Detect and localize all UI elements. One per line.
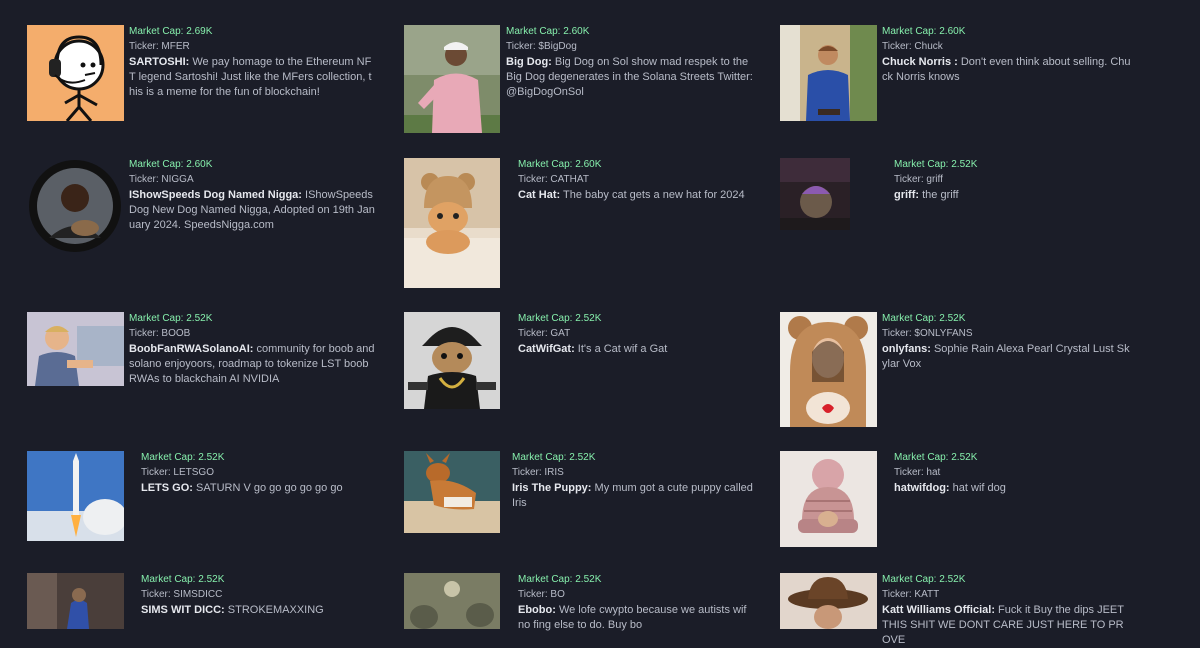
market-cap: Market Cap: 2.52K (882, 313, 966, 324)
market-cap: Market Cap: 2.52K (518, 574, 602, 585)
market-cap: Market Cap: 2.52K (894, 452, 978, 463)
coin-description: SARTOSHI: We pay homage to the Ethereum … (129, 55, 377, 100)
market-cap: Market Cap: 2.52K (141, 452, 225, 463)
market-cap: Market Cap: 2.60K (129, 159, 213, 170)
description-text: SATURN V go go go go go go (196, 482, 343, 494)
coin-description: Chuck Norris : Don't even think about se… (882, 55, 1132, 85)
coin-name: LETS GO: (141, 482, 193, 494)
ticker: Ticker: GAT (518, 328, 571, 339)
coin-name: CatWifGat: (518, 343, 575, 355)
coin-description: SIMS WIT DICC: STROKEMAXXING (141, 603, 377, 618)
coin-image[interactable] (27, 451, 124, 541)
coin-card[interactable]: Market Cap: 2.52K Ticker: BO Ebobo: We l… (404, 573, 757, 631)
ticker: Ticker: NIGGA (129, 174, 194, 185)
ticker: Ticker: IRIS (512, 467, 564, 478)
market-cap: Market Cap: 2.52K (882, 574, 966, 585)
market-cap: Market Cap: 2.52K (518, 313, 602, 324)
market-cap: Market Cap: 2.52K (141, 574, 225, 585)
market-cap: Market Cap: 2.52K (894, 159, 978, 170)
market-cap: Market Cap: 2.60K (882, 26, 966, 37)
coin-card[interactable]: Market Cap: 2.52K Ticker: BOOB BoobFanRW… (27, 312, 380, 427)
coin-image[interactable] (404, 158, 500, 288)
coin-description: hatwifdog: hat wif dog (894, 481, 1130, 496)
description-text: hat wif dog (952, 482, 1006, 494)
coin-image[interactable] (780, 25, 877, 121)
coin-name: Big Dog: (506, 56, 552, 68)
ticker: Ticker: hat (894, 467, 941, 478)
coin-description: Cat Hat: The baby cat gets a new hat for… (518, 188, 754, 203)
coin-image[interactable] (404, 25, 500, 133)
description-text: STROKEMAXXING (227, 604, 324, 616)
coin-card[interactable]: Market Cap: 2.60K Ticker: $BigDog Big Do… (404, 25, 757, 135)
coin-image[interactable] (780, 573, 877, 629)
ticker: Ticker: griff (894, 174, 943, 185)
coin-card[interactable]: Market Cap: 2.69K Ticker: MFER SARTOSHI:… (27, 25, 380, 135)
coin-description: LETS GO: SATURN V go go go go go go (141, 481, 377, 496)
coin-description: Katt Williams Official: Fuck it Buy the … (882, 603, 1132, 648)
coin-card[interactable]: Market Cap: 2.60K Ticker: Chuck Chuck No… (780, 25, 1133, 135)
coin-image[interactable] (780, 158, 850, 230)
ticker: Ticker: Chuck (882, 41, 943, 52)
coin-name: SARTOSHI: (129, 56, 190, 68)
coin-image[interactable] (404, 312, 500, 409)
coin-name: Cat Hat: (518, 189, 561, 201)
coin-description: CatWifGat: It's a Cat wif a Gat (518, 342, 754, 357)
coin-card[interactable]: Market Cap: 2.60K Ticker: CATHAT Cat Hat… (404, 158, 757, 288)
coin-card[interactable]: Market Cap: 2.52K Ticker: KATT Katt Will… (780, 573, 1133, 646)
ticker: Ticker: KATT (882, 589, 940, 600)
coin-card[interactable]: Market Cap: 2.52K Ticker: LETSGO LETS GO… (27, 451, 380, 547)
ticker: Ticker: MFER (129, 41, 190, 52)
market-cap: Market Cap: 2.60K (506, 26, 590, 37)
coin-card[interactable]: Market Cap: 2.52K Ticker: IRIS Iris The … (404, 451, 757, 547)
ticker: Ticker: BO (518, 589, 565, 600)
coin-card[interactable]: Market Cap: 2.52K Ticker: hat hatwifdog:… (780, 451, 1133, 547)
coin-name: hatwifdog: (894, 482, 950, 494)
description-text: It's a Cat wif a Gat (577, 343, 668, 355)
coin-card[interactable]: Market Cap: 2.52K Ticker: GAT CatWifGat:… (404, 312, 757, 427)
coin-image[interactable] (27, 573, 124, 629)
market-cap: Market Cap: 2.69K (129, 26, 213, 37)
ticker: Ticker: BOOB (129, 328, 191, 339)
coin-description: IShowSpeeds Dog Named Nigga: IShowSpeeds… (129, 188, 379, 233)
ticker: Ticker: LETSGO (141, 467, 214, 478)
ticker: Ticker: CATHAT (518, 174, 589, 185)
coin-description: griff: the griff (894, 188, 1130, 203)
ticker: Ticker: SIMSDICC (141, 589, 223, 600)
market-cap: Market Cap: 2.52K (512, 452, 596, 463)
description-text: The baby cat gets a new hat for 2024 (563, 189, 745, 201)
market-cap: Market Cap: 2.52K (129, 313, 213, 324)
description-text: the griff (922, 189, 959, 201)
coin-description: onlyfans: Sophie Rain Alexa Pearl Crysta… (882, 342, 1132, 372)
coin-name: Iris The Puppy: (512, 482, 592, 494)
market-cap: Market Cap: 2.60K (518, 159, 602, 170)
coin-card[interactable]: Market Cap: 2.60K Ticker: NIGGA IShowSpe… (27, 158, 380, 288)
coin-name: onlyfans: (882, 343, 931, 355)
coin-name: Chuck Norris : (882, 56, 958, 68)
coin-image[interactable] (27, 312, 124, 386)
coin-image[interactable] (780, 451, 877, 547)
coin-name: griff: (894, 189, 920, 201)
coin-card[interactable]: Market Cap: 2.52K Ticker: SIMSDICC SIMS … (27, 573, 380, 629)
coin-card[interactable]: Market Cap: 2.52K Ticker: griff griff: t… (780, 158, 1133, 288)
ticker: Ticker: $ONLYFANS (882, 328, 973, 339)
coin-image[interactable] (27, 158, 124, 255)
coin-description: Big Dog: Big Dog on Sol show mad respek … (506, 55, 754, 100)
ticker: Ticker: $BigDog (506, 41, 577, 52)
coin-name: Katt Williams Official: (882, 604, 995, 616)
coin-image[interactable] (404, 451, 500, 533)
coin-name: BoobFanRWASolanoAI: (129, 343, 254, 355)
coin-card[interactable]: Market Cap: 2.52K Ticker: $ONLYFANS only… (780, 312, 1133, 427)
coin-image[interactable] (780, 312, 877, 427)
coin-image[interactable] (27, 25, 124, 121)
coin-image[interactable] (404, 573, 500, 629)
coin-name: SIMS WIT DICC: (141, 604, 225, 616)
coin-description: Iris The Puppy: My mum got a cute puppy … (512, 481, 754, 511)
coin-name: IShowSpeeds Dog Named Nigga: (129, 189, 302, 201)
coin-description: BoobFanRWASolanoAI: community for boob a… (129, 342, 379, 387)
coin-name: Ebobo: (518, 604, 556, 616)
